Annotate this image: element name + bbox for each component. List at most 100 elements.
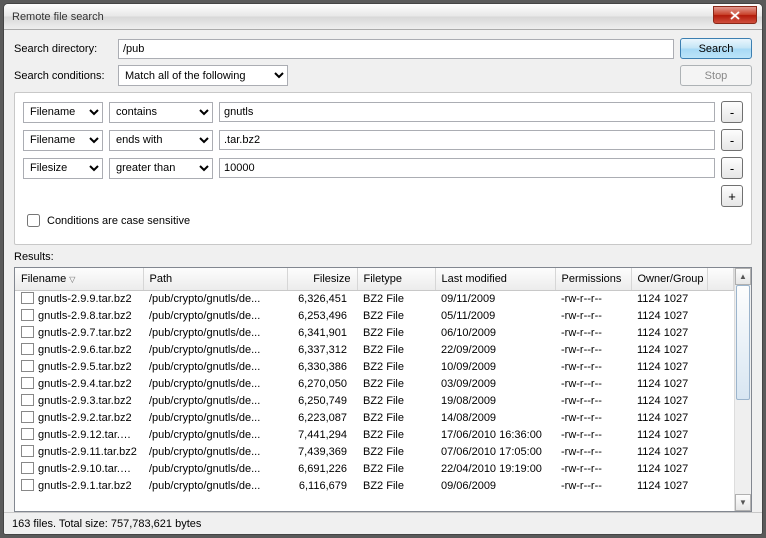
cell-path: /pub/crypto/gnutls/de... xyxy=(143,324,287,341)
condition-op-select[interactable]: greater than xyxy=(109,158,213,179)
cell-owner: 1124 1027 xyxy=(631,358,707,375)
search-directory-label: Search directory: xyxy=(14,43,112,55)
file-icon xyxy=(21,309,34,321)
cell-type: BZ2 File xyxy=(357,392,435,409)
remove-condition-button[interactable]: - xyxy=(721,101,743,123)
cell-path: /pub/crypto/gnutls/de... xyxy=(143,409,287,426)
col-modified[interactable]: Last modified xyxy=(435,268,555,290)
remove-condition-button[interactable]: - xyxy=(721,129,743,151)
cell-owner: 1124 1027 xyxy=(631,443,707,460)
cell-size: 6,330,386 xyxy=(287,358,357,375)
cell-type: BZ2 File xyxy=(357,426,435,443)
file-icon xyxy=(21,479,34,491)
cell-filename: gnutls-2.9.8.tar.bz2 xyxy=(15,307,143,324)
results-label: Results: xyxy=(14,251,752,263)
file-icon xyxy=(21,343,34,355)
stop-button: Stop xyxy=(680,65,752,86)
cell-owner: 1124 1027 xyxy=(631,375,707,392)
cell-perm: -rw-r--r-- xyxy=(555,324,631,341)
condition-op-select[interactable]: ends with xyxy=(109,130,213,151)
table-row[interactable]: gnutls-2.9.2.tar.bz2/pub/crypto/gnutls/d… xyxy=(15,409,734,426)
vertical-scrollbar[interactable]: ▲ ▼ xyxy=(734,268,751,511)
titlebar[interactable]: Remote file search xyxy=(4,4,762,30)
cell-path: /pub/crypto/gnutls/de... xyxy=(143,307,287,324)
file-icon xyxy=(21,445,34,457)
col-path[interactable]: Path xyxy=(143,268,287,290)
col-filesize[interactable]: Filesize xyxy=(287,268,357,290)
cell-filename: gnutls-2.9.10.tar.bz2 xyxy=(15,460,143,477)
scroll-down-button[interactable]: ▼ xyxy=(735,494,751,511)
cell-perm: -rw-r--r-- xyxy=(555,477,631,494)
cell-size: 6,250,749 xyxy=(287,392,357,409)
close-button[interactable] xyxy=(713,6,757,24)
cell-size: 6,270,050 xyxy=(287,375,357,392)
case-sensitive-checkbox[interactable] xyxy=(27,214,40,227)
search-directory-input[interactable] xyxy=(118,39,674,59)
cell-modified: 07/06/2010 17:05:00 xyxy=(435,443,555,460)
cell-size: 6,253,496 xyxy=(287,307,357,324)
cell-perm: -rw-r--r-- xyxy=(555,460,631,477)
cell-owner: 1124 1027 xyxy=(631,460,707,477)
condition-value-input[interactable] xyxy=(219,130,715,150)
cell-path: /pub/crypto/gnutls/de... xyxy=(143,358,287,375)
cell-perm: -rw-r--r-- xyxy=(555,409,631,426)
table-row[interactable]: gnutls-2.9.6.tar.bz2/pub/crypto/gnutls/d… xyxy=(15,341,734,358)
cell-path: /pub/crypto/gnutls/de... xyxy=(143,426,287,443)
cell-modified: 03/09/2009 xyxy=(435,375,555,392)
table-row[interactable]: gnutls-2.9.10.tar.bz2/pub/crypto/gnutls/… xyxy=(15,460,734,477)
table-row[interactable]: gnutls-2.9.9.tar.bz2/pub/crypto/gnutls/d… xyxy=(15,290,734,307)
cell-filename: gnutls-2.9.6.tar.bz2 xyxy=(15,341,143,358)
cell-owner: 1124 1027 xyxy=(631,426,707,443)
cell-size: 6,326,451 xyxy=(287,290,357,307)
scroll-thumb[interactable] xyxy=(736,285,750,400)
add-condition-button[interactable]: + xyxy=(721,185,743,207)
table-row[interactable]: gnutls-2.9.1.tar.bz2/pub/crypto/gnutls/d… xyxy=(15,477,734,494)
cell-path: /pub/crypto/gnutls/de... xyxy=(143,460,287,477)
cell-size: 6,223,087 xyxy=(287,409,357,426)
col-filetype[interactable]: Filetype xyxy=(357,268,435,290)
cell-path: /pub/crypto/gnutls/de... xyxy=(143,477,287,494)
condition-field-select[interactable]: Filesize xyxy=(23,158,103,179)
search-button[interactable]: Search xyxy=(680,38,752,59)
cell-owner: 1124 1027 xyxy=(631,477,707,494)
cell-type: BZ2 File xyxy=(357,290,435,307)
table-row[interactable]: gnutls-2.9.4.tar.bz2/pub/crypto/gnutls/d… xyxy=(15,375,734,392)
cell-modified: 09/06/2009 xyxy=(435,477,555,494)
condition-field-select[interactable]: Filename xyxy=(23,130,103,151)
file-icon xyxy=(21,377,34,389)
cell-path: /pub/crypto/gnutls/de... xyxy=(143,290,287,307)
col-permissions[interactable]: Permissions xyxy=(555,268,631,290)
file-icon xyxy=(21,292,34,304)
col-owner[interactable]: Owner/Group xyxy=(631,268,707,290)
cell-modified: 10/09/2009 xyxy=(435,358,555,375)
status-text: 163 files. Total size: 757,783,621 bytes xyxy=(12,518,201,530)
condition-op-select[interactable]: contains xyxy=(109,102,213,123)
cell-type: BZ2 File xyxy=(357,324,435,341)
scroll-track[interactable] xyxy=(735,285,751,494)
table-row[interactable]: gnutls-2.9.5.tar.bz2/pub/crypto/gnutls/d… xyxy=(15,358,734,375)
cell-filename: gnutls-2.9.3.tar.bz2 xyxy=(15,392,143,409)
match-mode-select[interactable]: Match all of the following xyxy=(118,65,288,86)
cell-size: 7,441,294 xyxy=(287,426,357,443)
cell-filename: gnutls-2.9.1.tar.bz2 xyxy=(15,477,143,494)
scroll-up-button[interactable]: ▲ xyxy=(735,268,751,285)
results-grid: Filename▽ Path Filesize Filetype Last mo… xyxy=(14,267,752,512)
cell-size: 6,341,901 xyxy=(287,324,357,341)
cell-path: /pub/crypto/gnutls/de... xyxy=(143,443,287,460)
cell-perm: -rw-r--r-- xyxy=(555,290,631,307)
cell-type: BZ2 File xyxy=(357,358,435,375)
close-icon xyxy=(730,11,740,20)
table-row[interactable]: gnutls-2.9.3.tar.bz2/pub/crypto/gnutls/d… xyxy=(15,392,734,409)
cell-size: 6,116,679 xyxy=(287,477,357,494)
condition-row: Filename contains - xyxy=(23,101,743,123)
col-filename[interactable]: Filename▽ xyxy=(15,268,143,290)
table-row[interactable]: gnutls-2.9.8.tar.bz2/pub/crypto/gnutls/d… xyxy=(15,307,734,324)
cell-size: 7,439,369 xyxy=(287,443,357,460)
remove-condition-button[interactable]: - xyxy=(721,157,743,179)
table-row[interactable]: gnutls-2.9.12.tar.bz2/pub/crypto/gnutls/… xyxy=(15,426,734,443)
condition-field-select[interactable]: Filename xyxy=(23,102,103,123)
table-row[interactable]: gnutls-2.9.11.tar.bz2/pub/crypto/gnutls/… xyxy=(15,443,734,460)
condition-value-input[interactable] xyxy=(219,102,715,122)
table-row[interactable]: gnutls-2.9.7.tar.bz2/pub/crypto/gnutls/d… xyxy=(15,324,734,341)
condition-value-input[interactable] xyxy=(219,158,715,178)
